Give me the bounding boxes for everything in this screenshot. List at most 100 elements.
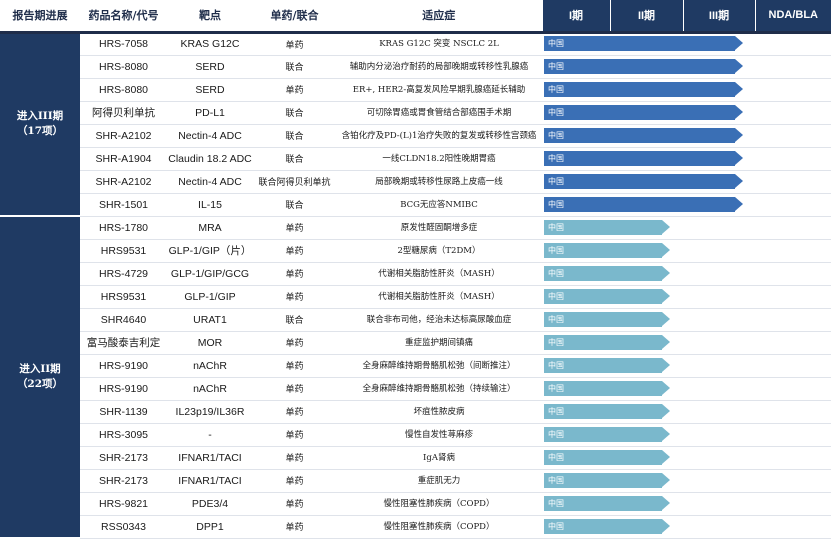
table-row: SHR-A1904 Claudin 18.2 ADC 联合 一线CLDN18.2阳性晚… xyxy=(0,147,831,171)
table-row: HRS-3095- 单药 慢性自发性荨麻疹 中国 xyxy=(0,423,831,447)
mono-combo-cell: 单药 xyxy=(253,216,336,240)
phase-progress-cell: 中国 xyxy=(542,354,831,378)
mono-combo-cell: 联合 xyxy=(253,124,336,148)
table-row: SHR-A2102 Nectin-4 ADC 联合 含铂化疗及PD-(L)1治疗失败的… xyxy=(0,124,831,148)
indication-cell: 重症肌无力 xyxy=(336,469,542,493)
phase-progress-bar: 中国 xyxy=(544,495,671,511)
mono-combo-cell: 单药 xyxy=(253,32,336,56)
phase-progress-cell: 中国 xyxy=(542,515,831,539)
mono-combo-cell: 单药 xyxy=(253,331,336,355)
mono-combo-cell: 联合 xyxy=(253,55,336,79)
phase-progress-cell: 中国 xyxy=(542,262,831,286)
phase-progress-bar: 中国 xyxy=(544,380,671,396)
pipeline-body: 进入III期 （17项） HRS-7058 KRAS G12C 单药 KRAS G12C … xyxy=(0,32,831,539)
target-cell: - xyxy=(167,423,253,447)
phase-progress-bar: 中国 xyxy=(544,472,671,488)
phase-progress-bar: 中国 xyxy=(544,58,743,74)
table-row: SHR4640 URAT1 联合 联合非布司他，经治未达标高尿酸血症 中国 xyxy=(0,308,831,332)
bar-region-label: 中国 xyxy=(548,498,564,508)
indication-cell: 一线CLDN18.2阳性晚期胃癌 xyxy=(336,147,542,171)
indication-cell: 代谢相关脂肪性肝炎（MASH） xyxy=(336,285,542,309)
bar-arrow-tip xyxy=(662,288,671,303)
bar-arrow-tip xyxy=(734,81,743,96)
target-cell: Nectin-4 ADC xyxy=(167,170,253,194)
header-phase3: III期 xyxy=(682,0,755,34)
table-row: 阿得贝利单抗 PD-L1 联合 可切除胃癌或胃食管结合部癌围手术期 中国 xyxy=(0,101,831,125)
bar-body xyxy=(544,173,735,189)
bar-region-label: 中国 xyxy=(548,268,564,278)
bar-region-label: 中国 xyxy=(548,475,564,485)
target-cell: Claudin 18.2 ADC xyxy=(167,147,253,171)
drug-name-cell: HRS-9190 xyxy=(80,354,167,378)
bar-region-label: 中国 xyxy=(548,199,564,209)
indication-cell: 原发性醛固酮增多症 xyxy=(336,216,542,240)
mono-combo-cell: 单药 xyxy=(253,515,336,539)
indication-cell: 慢性自发性荨麻疹 xyxy=(336,423,542,447)
bar-arrow-tip xyxy=(662,357,671,372)
phase-progress-cell: 中国 xyxy=(542,32,831,56)
phase-progress-cell: 中国 xyxy=(542,377,831,401)
group-label-count: （22项） xyxy=(16,378,64,390)
bar-arrow-tip xyxy=(734,127,743,142)
indication-cell: 重症监护期间镇痛 xyxy=(336,331,542,355)
indication-cell: 2型糖尿病（T2DM） xyxy=(336,239,542,263)
bar-region-label: 中国 xyxy=(548,107,564,117)
bar-arrow-tip xyxy=(662,449,671,464)
target-cell: SERD xyxy=(167,55,253,79)
indication-cell: 含铂化疗及PD-(L)1治疗失败的复发或转移性宫颈癌 xyxy=(336,124,542,148)
mono-combo-cell: 联合 xyxy=(253,147,336,171)
mono-combo-cell: 单药 xyxy=(253,446,336,470)
table-row: HRS9531 GLP-1/GIP 单药 代谢相关脂肪性肝炎（MASH） 中国 xyxy=(0,285,831,309)
phase-progress-bar: 中国 xyxy=(544,127,743,143)
drug-name-cell: HRS-9190 xyxy=(80,377,167,401)
bar-body xyxy=(544,127,735,143)
table-row: 进入III期 （17项） HRS-7058 KRAS G12C 单药 KRAS G12C … xyxy=(0,32,831,217)
table-row: HRS-8080 SERD 联合 辅助内分泌治疗耐药的局部晚期或转移性乳腺癌 中国 xyxy=(0,55,831,79)
indication-cell: 代谢相关脂肪性肝炎（MASH） xyxy=(336,262,542,286)
phase-progress-cell: 中国 xyxy=(542,101,831,125)
drug-name-cell: RSS0343 xyxy=(80,515,167,539)
table-row: 进入II期 （22项） HRS-1780 MRA 单药 原发性醛固酮增多症 中国 xyxy=(0,216,831,539)
phase-progress-cell: 中国 xyxy=(542,331,831,355)
group-label-stage: 进入III期 xyxy=(16,110,64,123)
bar-arrow-tip xyxy=(662,518,671,533)
phase-progress-cell: 中国 xyxy=(542,285,831,309)
mono-combo-cell: 单药 xyxy=(253,239,336,263)
header-mono: 单药/联合 xyxy=(253,0,336,34)
phase-progress-cell: 中国 xyxy=(542,216,831,240)
table-row: RSS0343 DPP1 单药 慢性阻塞性肺疾病（COPD） 中国 xyxy=(0,515,831,539)
target-cell: IL23p19/IL36R xyxy=(167,400,253,424)
bar-body xyxy=(544,196,735,212)
header-row: 报告期进展 药品名称/代号 靶点 单药/联合 适应症 I期 II期 III期 N… xyxy=(0,0,831,34)
phase-progress-cell: 中国 xyxy=(542,78,831,102)
mono-combo-cell: 联合 xyxy=(253,308,336,332)
target-cell: GLP-1/GIP（片） xyxy=(167,239,253,263)
target-cell: GLP-1/GIP/GCG xyxy=(167,262,253,286)
phase-progress-bar: 中国 xyxy=(544,311,671,327)
bar-arrow-tip xyxy=(662,334,671,349)
target-cell: SERD xyxy=(167,78,253,102)
drug-name-cell: HRS9531 xyxy=(80,285,167,309)
indication-cell: 坏疽性脓皮病 xyxy=(336,400,542,424)
table-row: HRS-9190 nAChR 单药 全身麻醉维持期骨骼肌松弛（持续输注） 中国 xyxy=(0,377,831,401)
indication-cell: 全身麻醉维持期骨骼肌松弛（持续输注） xyxy=(336,377,542,401)
drug-name-cell: SHR-A2102 xyxy=(80,170,167,194)
phase-progress-cell: 中国 xyxy=(542,492,831,516)
bar-body xyxy=(544,104,735,120)
bar-arrow-tip xyxy=(662,426,671,441)
bar-region-label: 中国 xyxy=(548,452,564,462)
drug-name-cell: SHR-2173 xyxy=(80,446,167,470)
group-label: 进入II期 （22项） xyxy=(0,216,80,539)
mono-combo-cell: 单药 xyxy=(253,354,336,378)
target-cell: DPP1 xyxy=(167,515,253,539)
indication-cell: 局部晚期或转移性尿路上皮癌一线 xyxy=(336,170,542,194)
header-phase2: II期 xyxy=(609,0,683,34)
phase-progress-cell: 中国 xyxy=(542,400,831,424)
bar-region-label: 中国 xyxy=(548,521,564,531)
bar-arrow-tip xyxy=(734,58,743,73)
bar-region-label: 中国 xyxy=(548,406,564,416)
phase-progress-bar: 中国 xyxy=(544,357,671,373)
bar-arrow-tip xyxy=(734,36,743,50)
header-stage: 报告期进展 xyxy=(0,0,80,34)
drug-name-cell: 阿得贝利单抗 xyxy=(80,101,167,125)
